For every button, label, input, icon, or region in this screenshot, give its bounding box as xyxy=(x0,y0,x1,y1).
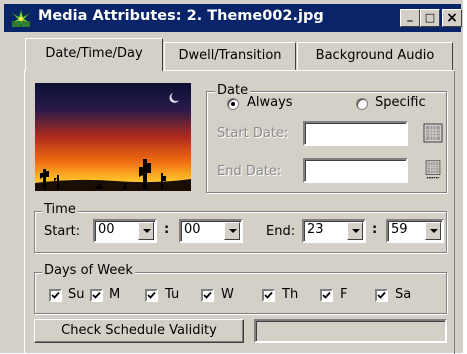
window-title: Media Attributes: 2. Theme002.jpg xyxy=(38,8,324,24)
end-date-field[interactable] xyxy=(303,158,408,183)
end-date-calendar-icon[interactable] xyxy=(423,160,443,180)
title-bar[interactable]: Media Attributes: 2. Theme002.jpg _ □ × xyxy=(4,4,462,32)
check-schedule-validity-label: Check Schedule Validity xyxy=(61,323,217,338)
day-checkbox-su[interactable] xyxy=(49,289,62,302)
day-label-m[interactable]: M xyxy=(109,287,120,302)
start-date-label: Start Date: xyxy=(217,126,289,141)
day-label-su[interactable]: Su xyxy=(68,287,85,302)
checkmark-icon xyxy=(264,291,273,299)
close-button[interactable]: × xyxy=(442,9,462,27)
check-schedule-validity-button[interactable]: Check Schedule Validity xyxy=(34,319,244,343)
end-time-separator: : xyxy=(372,222,378,237)
checkmark-icon xyxy=(51,291,60,299)
always-label[interactable]: Always xyxy=(247,95,293,110)
day-checkbox-f[interactable] xyxy=(320,289,333,302)
start-hour-value: 00 xyxy=(98,222,115,237)
day-label-sa[interactable]: Sa xyxy=(395,287,411,302)
date-legend: Date xyxy=(215,83,251,98)
tab-background-audio-label: Background Audio xyxy=(315,48,435,63)
day-checkbox-w[interactable] xyxy=(201,289,214,302)
maximize-icon: □ xyxy=(424,11,436,24)
checkmark-icon xyxy=(147,291,156,299)
dropdown-arrow-icon[interactable] xyxy=(224,222,240,240)
tab-dwell-transition-label: Dwell/Transition xyxy=(178,48,282,63)
end-date-label: End Date: xyxy=(217,164,282,179)
minimize-icon: _ xyxy=(407,9,413,22)
start-hour-select[interactable]: 00 xyxy=(93,219,157,243)
start-time-separator: : xyxy=(164,222,170,237)
day-label-th[interactable]: Th xyxy=(282,287,298,302)
end-hour-value: 23 xyxy=(307,222,324,237)
specific-radio[interactable] xyxy=(356,98,368,110)
end-minute-select[interactable]: 59 xyxy=(386,219,444,243)
start-time-label: Start: xyxy=(44,224,81,239)
start-date-calendar-icon[interactable] xyxy=(423,123,443,143)
day-label-f[interactable]: F xyxy=(340,287,347,302)
maximize-button[interactable]: □ xyxy=(420,9,440,27)
specific-label[interactable]: Specific xyxy=(375,95,426,110)
checkmark-icon xyxy=(322,291,331,299)
tab-date-time-day-label: Date/Time/Day xyxy=(45,46,143,61)
dropdown-arrow-icon[interactable] xyxy=(347,222,363,240)
tab-background-audio[interactable]: Background Audio xyxy=(297,42,453,70)
close-icon: × xyxy=(446,10,458,26)
start-date-field[interactable] xyxy=(303,121,408,146)
time-legend: Time xyxy=(42,202,78,217)
day-checkbox-tu[interactable] xyxy=(145,289,158,302)
checkmark-icon xyxy=(377,291,386,299)
end-time-label: End: xyxy=(266,224,296,239)
checkmark-icon xyxy=(203,291,212,299)
image-thumbnail xyxy=(35,83,191,191)
day-label-tu[interactable]: Tu xyxy=(165,287,179,302)
dropdown-arrow-icon[interactable] xyxy=(425,222,441,240)
start-minute-value: 00 xyxy=(184,222,201,237)
always-radio[interactable] xyxy=(227,98,239,110)
start-minute-select[interactable]: 00 xyxy=(179,219,243,243)
minimize-button[interactable]: _ xyxy=(400,9,420,27)
checkmark-icon xyxy=(92,291,101,299)
validity-status-field xyxy=(254,319,447,343)
days-of-week-legend: Days of Week xyxy=(42,263,135,278)
app-icon xyxy=(11,8,31,28)
dropdown-arrow-icon[interactable] xyxy=(138,222,154,240)
end-hour-select[interactable]: 23 xyxy=(302,219,366,243)
day-label-w[interactable]: W xyxy=(221,287,234,302)
day-checkbox-th[interactable] xyxy=(262,289,275,302)
tab-dwell-transition[interactable]: Dwell/Transition xyxy=(164,42,296,70)
day-checkbox-sa[interactable] xyxy=(375,289,388,302)
tab-date-time-day[interactable]: Date/Time/Day xyxy=(25,38,163,71)
media-attributes-window: Media Attributes: 2. Theme002.jpg _ □ × … xyxy=(0,0,463,354)
end-minute-value: 59 xyxy=(391,222,408,237)
day-checkbox-m[interactable] xyxy=(90,289,103,302)
